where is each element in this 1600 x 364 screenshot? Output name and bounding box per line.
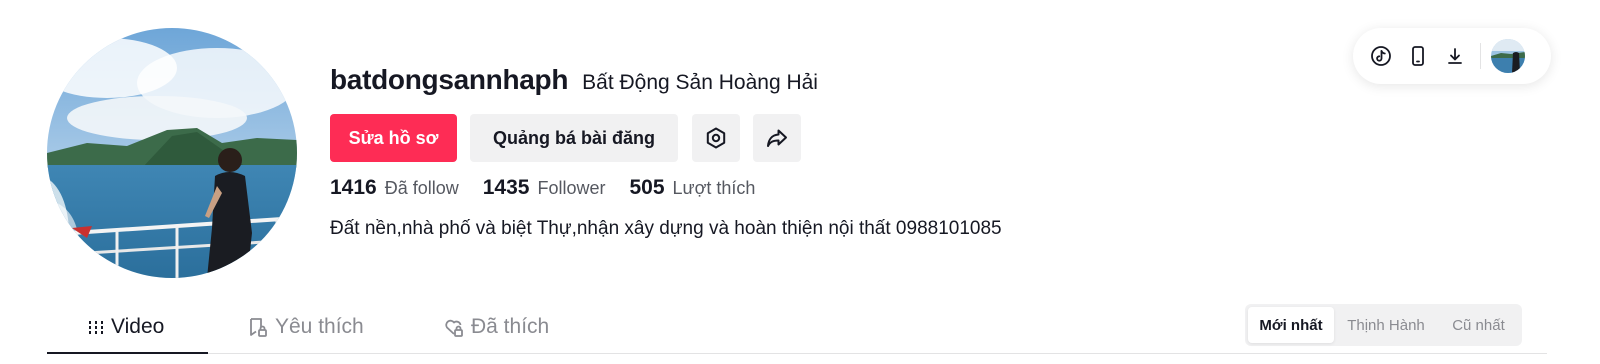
top-toolbar	[1353, 28, 1551, 84]
user-avatar[interactable]	[1491, 39, 1525, 73]
sort-oldest[interactable]: Cũ nhất	[1438, 307, 1519, 343]
profile-stats: 1416 Đã follow 1435 Follower 505 Lượt th…	[330, 176, 1002, 204]
mobile-app-button[interactable]	[1405, 43, 1431, 69]
mobile-icon	[1412, 46, 1424, 66]
grid-icon	[89, 321, 103, 334]
tab-favorites-label: Yêu thích	[275, 315, 364, 338]
tab-liked[interactable]: Đã thích	[443, 300, 549, 354]
following-stat[interactable]: 1416 Đã follow	[330, 176, 459, 200]
sort-control: Mới nhất Thịnh Hành Cũ nhất	[1245, 304, 1522, 346]
followers-count: 1435	[482, 176, 530, 199]
heart-lock-icon	[445, 319, 463, 337]
download-icon	[1448, 48, 1462, 64]
profile-actions: Sửa hồ sơ Quảng bá bài đăng	[330, 114, 1002, 162]
likes-count: 505	[629, 176, 665, 199]
followers-stat[interactable]: 1435 Follower	[483, 176, 606, 200]
profile-avatar[interactable]	[47, 28, 297, 278]
profile-info: batdongsannhaph Bất Động Sản Hoàng Hải S…	[330, 64, 1002, 240]
bookmark-lock-icon	[250, 318, 267, 337]
user-avatar-photo	[1491, 39, 1525, 73]
promote-post-button[interactable]: Quảng bá bài đăng	[470, 114, 678, 162]
followers-label: Follower	[537, 178, 606, 198]
likes-stat: 505 Lượt thích	[630, 176, 756, 200]
share-profile-button[interactable]	[753, 114, 801, 162]
tiktok-logo-button[interactable]	[1368, 43, 1394, 69]
share-arrow-icon	[767, 129, 787, 147]
tab-favorites[interactable]: Yêu thích	[247, 300, 364, 354]
toolbar-divider	[1480, 43, 1481, 69]
following-count: 1416	[330, 176, 377, 199]
download-button[interactable]	[1442, 43, 1468, 69]
gear-icon	[706, 127, 726, 149]
edit-profile-button[interactable]: Sửa hồ sơ	[330, 114, 457, 162]
username: batdongsannhaph	[330, 64, 569, 95]
avatar-photo	[47, 28, 297, 278]
active-tab-indicator	[47, 352, 208, 354]
likes-label: Lượt thích	[672, 178, 756, 198]
tab-video[interactable]: Video	[87, 300, 164, 354]
name-row: batdongsannhaph Bất Động Sản Hoàng Hải	[330, 64, 1002, 100]
sort-newest[interactable]: Mới nhất	[1248, 307, 1334, 343]
tab-video-label: Video	[111, 315, 165, 338]
profile-bio: Đất nền,nhà phố và biệt Thự,nhận xây dựn…	[330, 218, 1002, 239]
nickname: Bất Động Sản Hoàng Hải	[582, 71, 818, 94]
settings-button[interactable]	[692, 114, 740, 162]
tab-liked-label: Đã thích	[471, 315, 550, 338]
sort-trending[interactable]: Thịnh Hành	[1334, 307, 1438, 343]
tiktok-logo-icon	[1371, 46, 1391, 66]
following-label: Đã follow	[384, 178, 459, 198]
